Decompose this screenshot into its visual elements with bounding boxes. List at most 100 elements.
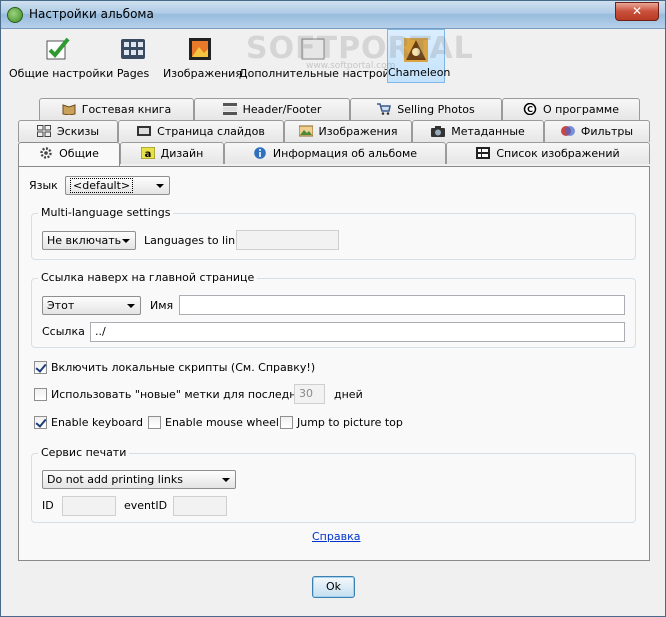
new-marks-checkbox[interactable] [34, 388, 47, 401]
new-marks-label: Использовать "новые" метки для последнег… [51, 388, 316, 401]
tab-metadata[interactable]: Метаданные [412, 120, 544, 142]
tab-design-label: Дизайн [160, 147, 204, 160]
enable-keyboard-checkbox[interactable] [34, 416, 47, 429]
thumbnails-icon [36, 125, 51, 137]
tab-filters[interactable]: Фильтры [544, 120, 650, 142]
enable-mousewheel-checkbox[interactable] [148, 416, 161, 429]
toolbar-images-label: Изображения [163, 67, 242, 80]
close-button[interactable]: ✕ [615, 2, 659, 21]
info-icon [254, 147, 266, 159]
toolbar-general-settings[interactable]: Общие настройки [9, 29, 114, 83]
title-bar[interactable]: Настройки альбома ✕ [1, 1, 665, 29]
print-service-group: Сервис печати Do not add printing links … [31, 446, 636, 523]
album-settings-window: Настройки альбома ✕ Общие настройки Page… [0, 0, 666, 617]
svg-text:C: C [527, 105, 533, 114]
toolbar-pages[interactable]: Pages [111, 29, 155, 83]
cart-icon [377, 103, 392, 115]
local-scripts-checkbox[interactable] [34, 361, 47, 374]
help-link[interactable]: Справка [312, 530, 360, 543]
ok-button[interactable]: Ok [312, 576, 355, 598]
header-footer-icon [222, 103, 237, 115]
multilang-mode-value: Не включать [47, 234, 122, 247]
language-select-value: <default> [70, 178, 134, 193]
new-marks-days-field[interactable]: 30 [294, 384, 325, 404]
slide-page-icon [137, 126, 152, 136]
toolbar-general-settings-label: Общие настройки [9, 67, 114, 80]
tab-image-list[interactable]: Список изображений [446, 142, 650, 164]
tab-album-info[interactable]: Информация об альбоме [224, 142, 446, 164]
multilang-mode-select[interactable]: Не включать [42, 231, 136, 250]
image-icon [298, 125, 313, 137]
language-label: Язык [29, 179, 58, 192]
tab-general-label: Общие [59, 147, 99, 160]
photo-icon [189, 38, 211, 60]
enable-mousewheel-label: Enable mouse wheel [165, 416, 279, 429]
toolbar-images[interactable]: Изображения [163, 29, 242, 83]
tab-row-3: Общие a Дизайн Информация об альбоме Спис… [18, 142, 650, 166]
tab-slide-page-label: Страница слайдов [157, 125, 265, 138]
uplink-name-label: Имя [150, 299, 174, 312]
uplink-name-field[interactable] [179, 295, 625, 315]
tab-row-1: Гостевая книга Header/Footer Selling Pho… [18, 98, 650, 120]
book-icon [62, 104, 76, 115]
tab-guestbook-label: Гостевая книга [81, 103, 172, 116]
uplink-target-value: Этот [47, 299, 75, 312]
print-id-label: ID [42, 499, 54, 512]
uplink-link-label: Ссылка [42, 325, 85, 338]
days-label: дней [334, 388, 363, 401]
multilang-group: Multi-language settings Не включать Lang… [31, 206, 636, 260]
camera-icon [431, 126, 446, 137]
chevron-down-icon [127, 304, 135, 308]
language-select[interactable]: <default> [65, 176, 170, 195]
app-icon [7, 7, 23, 23]
tab-filters-label: Фильтры [580, 125, 634, 138]
print-mode-value: Do not add printing links [47, 473, 183, 486]
print-id-field[interactable] [62, 496, 116, 516]
tab-image-list-label: Список изображений [496, 147, 620, 160]
window-title: Настройки альбома [29, 7, 154, 21]
toolbar-pages-label: Pages [116, 67, 150, 80]
tab-images[interactable]: Изображения [284, 120, 412, 142]
design-icon: a [140, 147, 155, 159]
tab-selling-photos[interactable]: Selling Photos [350, 98, 502, 120]
tab-design[interactable]: a Дизайн [120, 142, 224, 164]
filters-icon [560, 126, 575, 136]
image-list-icon [476, 147, 491, 159]
chevron-down-icon [122, 239, 130, 243]
enable-keyboard-label: Enable keyboard [51, 416, 143, 429]
toolbar-chameleon-label: Chameleon [388, 66, 451, 79]
tab-guestbook[interactable]: Гостевая книга [39, 98, 194, 120]
multilang-group-title: Multi-language settings [38, 206, 174, 219]
uplink-target-select[interactable]: Этот [42, 296, 141, 315]
chevron-down-icon [156, 184, 164, 188]
tab-header-footer-label: Header/Footer [242, 103, 322, 116]
tab-general[interactable]: Общие [18, 142, 120, 166]
tab-row-2: Эскизы Страница слайдов Изображения Мета… [18, 120, 650, 142]
uplink-group-title: Ссылка наверх на главной странице [38, 271, 258, 284]
print-mode-select[interactable]: Do not add printing links [42, 470, 236, 489]
general-tab-panel: Язык <default> Multi-language settings Н… [18, 166, 650, 561]
pages-grid-icon [121, 39, 145, 59]
copyright-icon: C [523, 103, 537, 115]
tab-thumbnails[interactable]: Эскизы [18, 120, 118, 142]
tab-header-footer[interactable]: Header/Footer [194, 98, 350, 120]
svg-text:a: a [144, 149, 151, 159]
tab-selling-photos-label: Selling Photos [397, 103, 475, 116]
jump-to-top-checkbox[interactable] [280, 416, 293, 429]
languages-to-link-field[interactable] [236, 230, 339, 250]
local-scripts-label: Включить локальные скрипты (См. Справку!… [51, 361, 316, 374]
uplink-group: Ссылка наверх на главной странице Этот И… [31, 271, 636, 348]
languages-to-link-label: Languages to link [144, 234, 242, 247]
chevron-down-icon [222, 478, 230, 482]
tab-about-label: О программе [543, 103, 619, 116]
print-event-id-label: eventID [124, 499, 168, 512]
tab-metadata-label: Метаданные [451, 125, 525, 138]
uplink-link-field[interactable]: ../ [90, 322, 625, 342]
tab-images-label: Изображения [318, 125, 398, 138]
tab-slide-page[interactable]: Страница слайдов [118, 120, 284, 142]
tab-album-info-label: Информация об альбоме [272, 147, 418, 160]
print-service-title: Сервис печати [38, 446, 130, 459]
tab-about[interactable]: C О программе [502, 98, 640, 120]
print-event-id-field[interactable] [173, 496, 227, 516]
watermark-url: www.softportal.com [306, 61, 396, 71]
